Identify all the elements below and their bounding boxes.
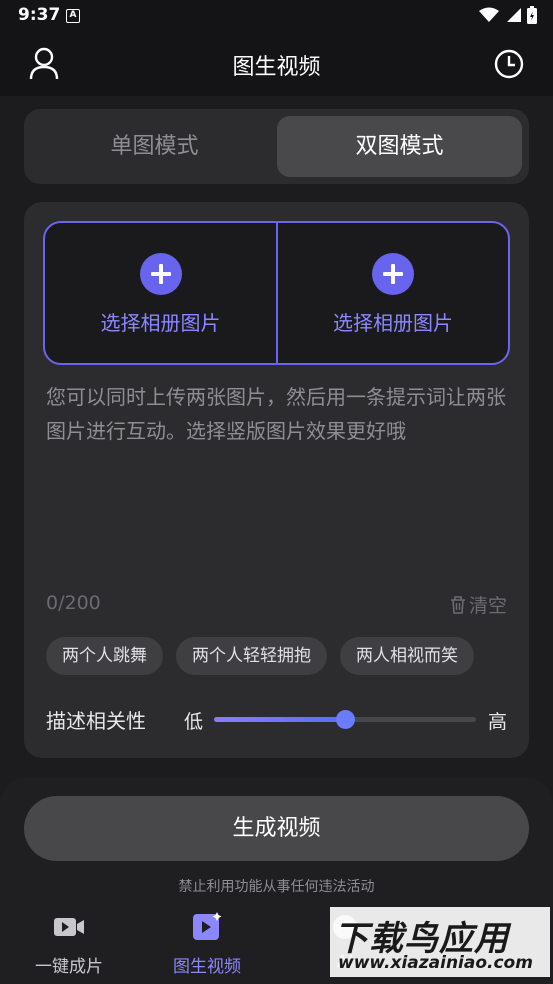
legal-notice: 禁止利用功能从事任何违法活动 — [178, 879, 375, 895]
relevance-low-label: 低 — [184, 711, 204, 733]
suggestion-chip[interactable]: 两个人跳舞 — [46, 637, 163, 675]
slider-thumb[interactable] — [336, 710, 355, 729]
video-camera-icon — [54, 918, 84, 936]
status-icons — [479, 6, 537, 24]
tab-double-image[interactable]: 双图模式 — [277, 116, 522, 177]
notification-icon: A — [66, 9, 80, 23]
trash-icon — [450, 595, 465, 614]
plus-icon — [139, 253, 182, 295]
slider-fill — [214, 717, 345, 722]
nav-item-one-click[interactable]: 一键成片 — [0, 910, 138, 977]
suggestion-chip[interactable]: 两人相视而笑 — [340, 637, 474, 675]
image-pickers: 选择相册图片 选择相册图片 — [43, 221, 510, 365]
watermark-logo: 下载鸟应用 www.xiazainiao.com — [330, 907, 550, 977]
status-bar: 9:37 A — [0, 0, 553, 34]
image-video-icon — [193, 912, 222, 940]
plus-icon — [372, 253, 414, 295]
history-button[interactable] — [493, 47, 525, 81]
watermark-url: www.xiazainiao.com — [338, 953, 533, 973]
nav-item-image-to-video[interactable]: 图生视频 — [138, 910, 276, 977]
image-picker-left[interactable]: 选择相册图片 — [45, 223, 276, 363]
relevance-slider[interactable] — [214, 709, 476, 729]
prompt-input[interactable]: 您可以同时上传两张图片，然后用一条提示词让两张图片进行互动。选择竖版图片效果更好… — [46, 380, 516, 448]
image-picker-right[interactable]: 选择相册图片 — [278, 223, 508, 363]
nav-label: 图生视频 — [173, 957, 241, 977]
clear-button[interactable]: 清空 — [449, 591, 507, 618]
battery-icon — [527, 6, 537, 24]
suggestion-chips: 两个人跳舞 两个人轻轻拥抱 两人相视而笑 — [46, 637, 474, 675]
relevance-label: 描述相关性 — [46, 709, 146, 733]
clock-icon — [494, 49, 524, 79]
wifi-icon — [479, 7, 499, 22]
status-time: 9:37 — [18, 5, 61, 25]
nav-label: 一键成片 — [35, 957, 103, 977]
image-picker-label: 选择相册图片 — [100, 311, 221, 335]
signal-icon — [507, 8, 521, 22]
mode-selector: 单图模式 双图模式 — [24, 109, 529, 184]
suggestion-chip[interactable]: 两个人轻轻拥抱 — [176, 637, 327, 675]
page-title: 图生视频 — [232, 55, 321, 80]
char-counter: 0/200 — [46, 592, 101, 614]
tab-single-image[interactable]: 单图模式 — [32, 116, 277, 177]
generate-video-button[interactable]: 生成视频 — [24, 796, 529, 861]
relevance-high-label: 高 — [487, 711, 507, 733]
input-card: 选择相册图片 选择相册图片 您可以同时上传两张图片，然后用一条提示词让两张图片进… — [24, 202, 529, 758]
image-picker-label: 选择相册图片 — [333, 311, 453, 335]
clear-label: 清空 — [468, 595, 507, 617]
app-bar: 图生视频 — [0, 34, 553, 96]
